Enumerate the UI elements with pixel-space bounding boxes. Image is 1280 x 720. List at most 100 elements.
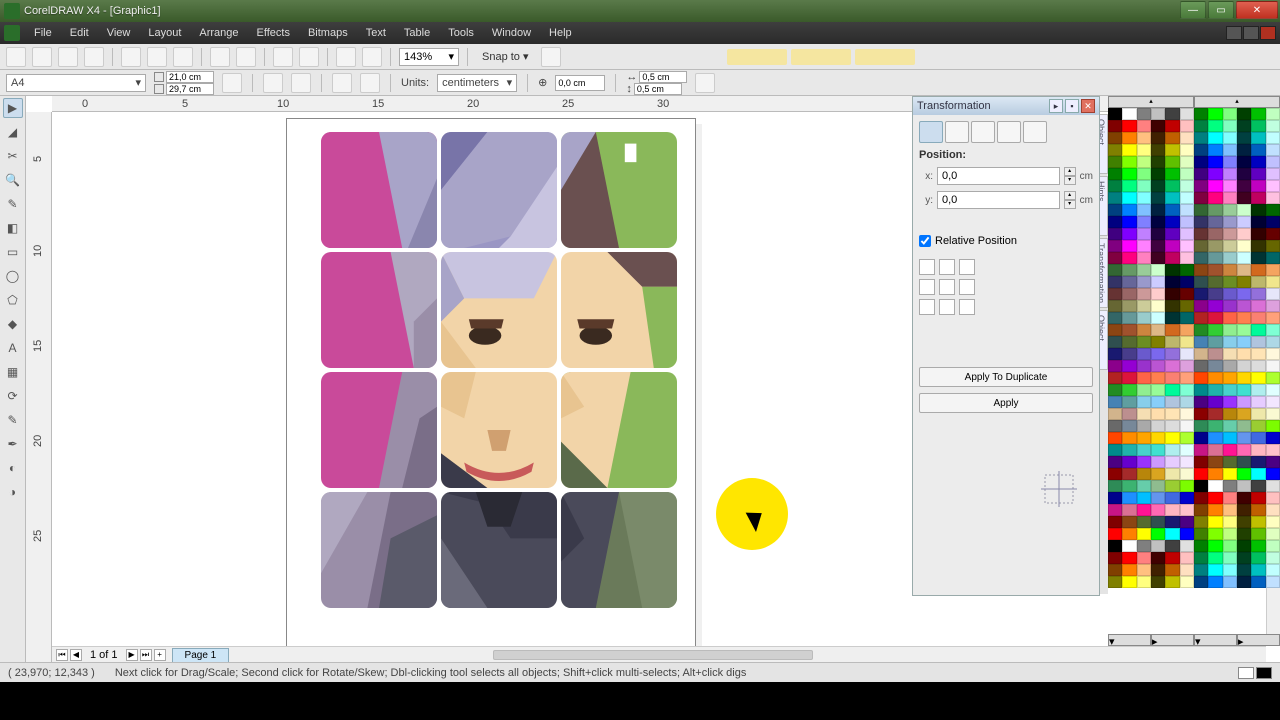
color-swatch[interactable] <box>1223 300 1237 312</box>
color-swatch[interactable] <box>1251 456 1265 468</box>
color-swatch[interactable] <box>1137 180 1151 192</box>
color-swatch[interactable] <box>1180 120 1194 132</box>
color-swatch[interactable] <box>1251 552 1265 564</box>
color-swatch[interactable] <box>1223 180 1237 192</box>
color-swatch[interactable] <box>1137 156 1151 168</box>
color-swatch[interactable] <box>1266 168 1280 180</box>
color-swatch[interactable] <box>1180 408 1194 420</box>
color-swatch[interactable] <box>1194 552 1208 564</box>
color-swatch[interactable] <box>1165 492 1179 504</box>
outline-swatch[interactable] <box>1256 667 1272 679</box>
color-swatch[interactable] <box>1208 276 1222 288</box>
color-swatch[interactable] <box>1180 132 1194 144</box>
color-swatch[interactable] <box>1137 480 1151 492</box>
color-swatch[interactable] <box>1108 576 1122 588</box>
color-swatch[interactable] <box>1151 180 1165 192</box>
color-swatch[interactable] <box>1266 156 1280 168</box>
color-swatch[interactable] <box>1165 276 1179 288</box>
color-swatch[interactable] <box>1266 240 1280 252</box>
color-swatch[interactable] <box>1165 216 1179 228</box>
color-swatch[interactable] <box>1151 456 1165 468</box>
color-swatch[interactable] <box>1251 228 1265 240</box>
color-swatch[interactable] <box>1208 288 1222 300</box>
color-swatch[interactable] <box>1137 324 1151 336</box>
color-swatch[interactable] <box>1122 372 1136 384</box>
color-swatch[interactable] <box>1266 144 1280 156</box>
color-swatch[interactable] <box>1194 276 1208 288</box>
color-swatch[interactable] <box>1122 360 1136 372</box>
color-swatch[interactable] <box>1151 120 1165 132</box>
color-swatch[interactable] <box>1122 516 1136 528</box>
color-swatch[interactable] <box>1137 564 1151 576</box>
color-swatch[interactable] <box>1223 336 1237 348</box>
color-swatch[interactable] <box>1194 384 1208 396</box>
color-swatch[interactable] <box>1223 408 1237 420</box>
color-swatch[interactable] <box>1122 432 1136 444</box>
color-swatch[interactable] <box>1180 516 1194 528</box>
color-swatch[interactable] <box>1137 540 1151 552</box>
color-swatch[interactable] <box>1223 552 1237 564</box>
color-swatch[interactable] <box>1194 132 1208 144</box>
color-swatch[interactable] <box>1122 408 1136 420</box>
color-swatch[interactable] <box>1194 372 1208 384</box>
color-swatch[interactable] <box>1223 456 1237 468</box>
fill-swatch[interactable] <box>1238 667 1254 679</box>
color-swatch[interactable] <box>1237 204 1251 216</box>
color-swatch[interactable] <box>1266 564 1280 576</box>
color-swatch[interactable] <box>1165 576 1179 588</box>
color-swatch[interactable] <box>1194 228 1208 240</box>
color-swatch[interactable] <box>1208 564 1222 576</box>
landscape-button[interactable] <box>291 73 311 93</box>
color-swatch[interactable] <box>1208 576 1222 588</box>
color-swatch[interactable] <box>1180 504 1194 516</box>
color-swatch[interactable] <box>1194 576 1208 588</box>
color-swatch[interactable] <box>1208 480 1222 492</box>
panel-close-button[interactable]: ✕ <box>1081 99 1095 113</box>
color-swatch[interactable] <box>1108 180 1122 192</box>
color-swatch[interactable] <box>1151 528 1165 540</box>
first-page-button[interactable]: ⏮ <box>56 649 68 661</box>
color-swatch[interactable] <box>1251 516 1265 528</box>
basic-shapes-tool[interactable]: ◆ <box>3 314 23 334</box>
color-swatch[interactable] <box>1137 348 1151 360</box>
color-swatch[interactable] <box>1180 264 1194 276</box>
outline-tool[interactable]: ✒ <box>3 434 23 454</box>
color-swatch[interactable] <box>1180 528 1194 540</box>
color-swatch[interactable] <box>1151 576 1165 588</box>
color-swatch[interactable] <box>1266 468 1280 480</box>
color-swatch[interactable] <box>1237 156 1251 168</box>
color-swatch[interactable] <box>1122 324 1136 336</box>
color-swatch[interactable] <box>1108 372 1122 384</box>
color-swatch[interactable] <box>1137 228 1151 240</box>
color-swatch[interactable] <box>1137 288 1151 300</box>
page-tab[interactable]: Page 1 <box>172 648 230 662</box>
copy-button[interactable] <box>147 47 167 67</box>
color-swatch[interactable] <box>1251 336 1265 348</box>
color-swatch[interactable] <box>1180 444 1194 456</box>
color-swatch[interactable] <box>1266 120 1280 132</box>
color-swatch[interactable] <box>1266 456 1280 468</box>
color-swatch[interactable] <box>1180 324 1194 336</box>
blend-tool[interactable]: ⟳ <box>3 386 23 406</box>
menu-tools[interactable]: Tools <box>440 25 482 41</box>
color-swatch[interactable] <box>1137 360 1151 372</box>
relative-position-checkbox[interactable] <box>919 235 931 247</box>
color-swatch[interactable] <box>1122 168 1136 180</box>
paste-button[interactable] <box>173 47 193 67</box>
color-swatch[interactable] <box>1151 396 1165 408</box>
color-swatch[interactable] <box>1108 528 1122 540</box>
color-swatch[interactable] <box>1223 468 1237 480</box>
color-swatch[interactable] <box>1122 396 1136 408</box>
color-swatch[interactable] <box>1223 516 1237 528</box>
polygon-tool[interactable]: ⬠ <box>3 290 23 310</box>
color-swatch[interactable] <box>1208 252 1222 264</box>
color-swatch[interactable] <box>1180 192 1194 204</box>
color-swatch[interactable] <box>1194 504 1208 516</box>
color-swatch[interactable] <box>1266 264 1280 276</box>
color-swatch[interactable] <box>1137 420 1151 432</box>
color-swatch[interactable] <box>1266 492 1280 504</box>
color-swatch[interactable] <box>1223 360 1237 372</box>
color-swatch[interactable] <box>1251 396 1265 408</box>
color-swatch[interactable] <box>1108 564 1122 576</box>
color-swatch[interactable] <box>1165 204 1179 216</box>
